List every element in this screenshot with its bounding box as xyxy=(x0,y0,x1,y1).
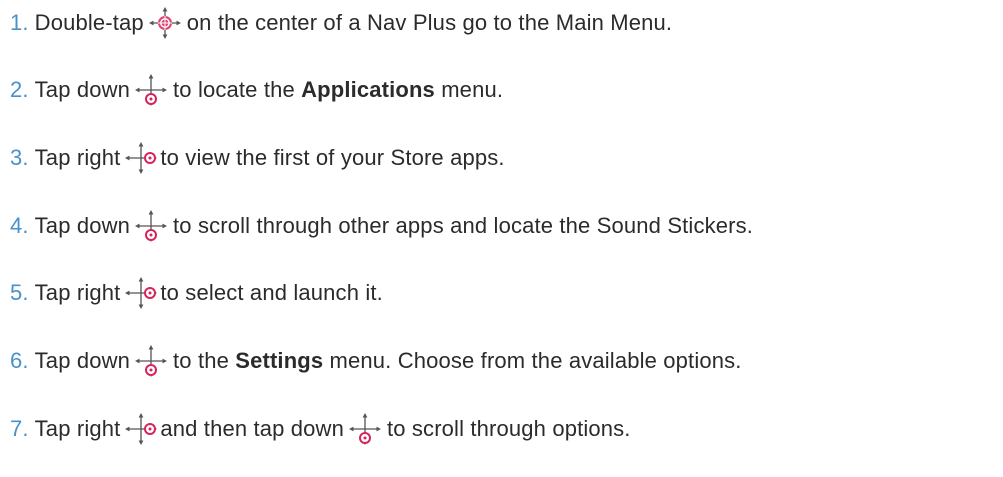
nav-down-icon xyxy=(348,412,382,446)
step-text: Tap right xyxy=(34,145,121,170)
nav-down-icon xyxy=(134,209,168,243)
step-text: Tap right xyxy=(34,416,121,441)
step-text: Tap right xyxy=(34,280,121,305)
step-text: on the center of a Nav Plus go to the Ma… xyxy=(186,10,673,35)
step-number: 4. xyxy=(10,213,29,238)
step-7: 7. Tap right and then tap down to scroll… xyxy=(10,409,631,449)
step-number: 6. xyxy=(10,348,29,373)
step-number: 3. xyxy=(10,145,29,170)
step-5: 5. Tap right to select and launch it. xyxy=(10,273,383,313)
step-text: menu. Choose from the available options. xyxy=(329,348,742,373)
nav-down-icon xyxy=(134,73,168,107)
instruction-list: 1. Double-tap on the center of a Nav Plu… xyxy=(0,0,1003,477)
step-text: to view the first of your Store apps. xyxy=(160,145,505,170)
menu-name: Settings xyxy=(235,348,324,373)
step-text: to the xyxy=(173,348,229,373)
step-text: to scroll through options. xyxy=(386,416,631,441)
nav-down-icon xyxy=(134,344,168,378)
menu-name: Applications xyxy=(301,77,435,102)
step-number: 1. xyxy=(10,10,29,35)
step-6: 6. Tap down to the Settings menu. Choose… xyxy=(10,341,742,381)
step-text: Tap down xyxy=(34,213,131,238)
step-3: 3. Tap right to view the first of your S… xyxy=(10,138,505,178)
step-text: to select and launch it. xyxy=(160,280,383,305)
step-4: 4. Tap down to scroll through other apps… xyxy=(10,206,753,246)
step-number: 2. xyxy=(10,77,29,102)
step-text: Tap down xyxy=(34,77,131,102)
step-number: 7. xyxy=(10,416,29,441)
nav-center-icon xyxy=(148,6,182,40)
step-number: 5. xyxy=(10,280,29,305)
nav-right-icon xyxy=(124,412,159,446)
nav-right-icon xyxy=(124,141,159,175)
step-1: 1. Double-tap on the center of a Nav Plu… xyxy=(10,3,672,43)
step-2: 2. Tap down to locate the Applications m… xyxy=(10,70,503,110)
step-text: to scroll through other apps and locate … xyxy=(173,213,754,238)
step-text: menu. xyxy=(441,77,504,102)
nav-right-icon xyxy=(124,276,159,310)
step-text: and then tap down xyxy=(160,416,344,441)
step-text: to locate the xyxy=(173,77,295,102)
step-text: Double-tap xyxy=(34,10,144,35)
step-text: Tap down xyxy=(34,348,131,373)
